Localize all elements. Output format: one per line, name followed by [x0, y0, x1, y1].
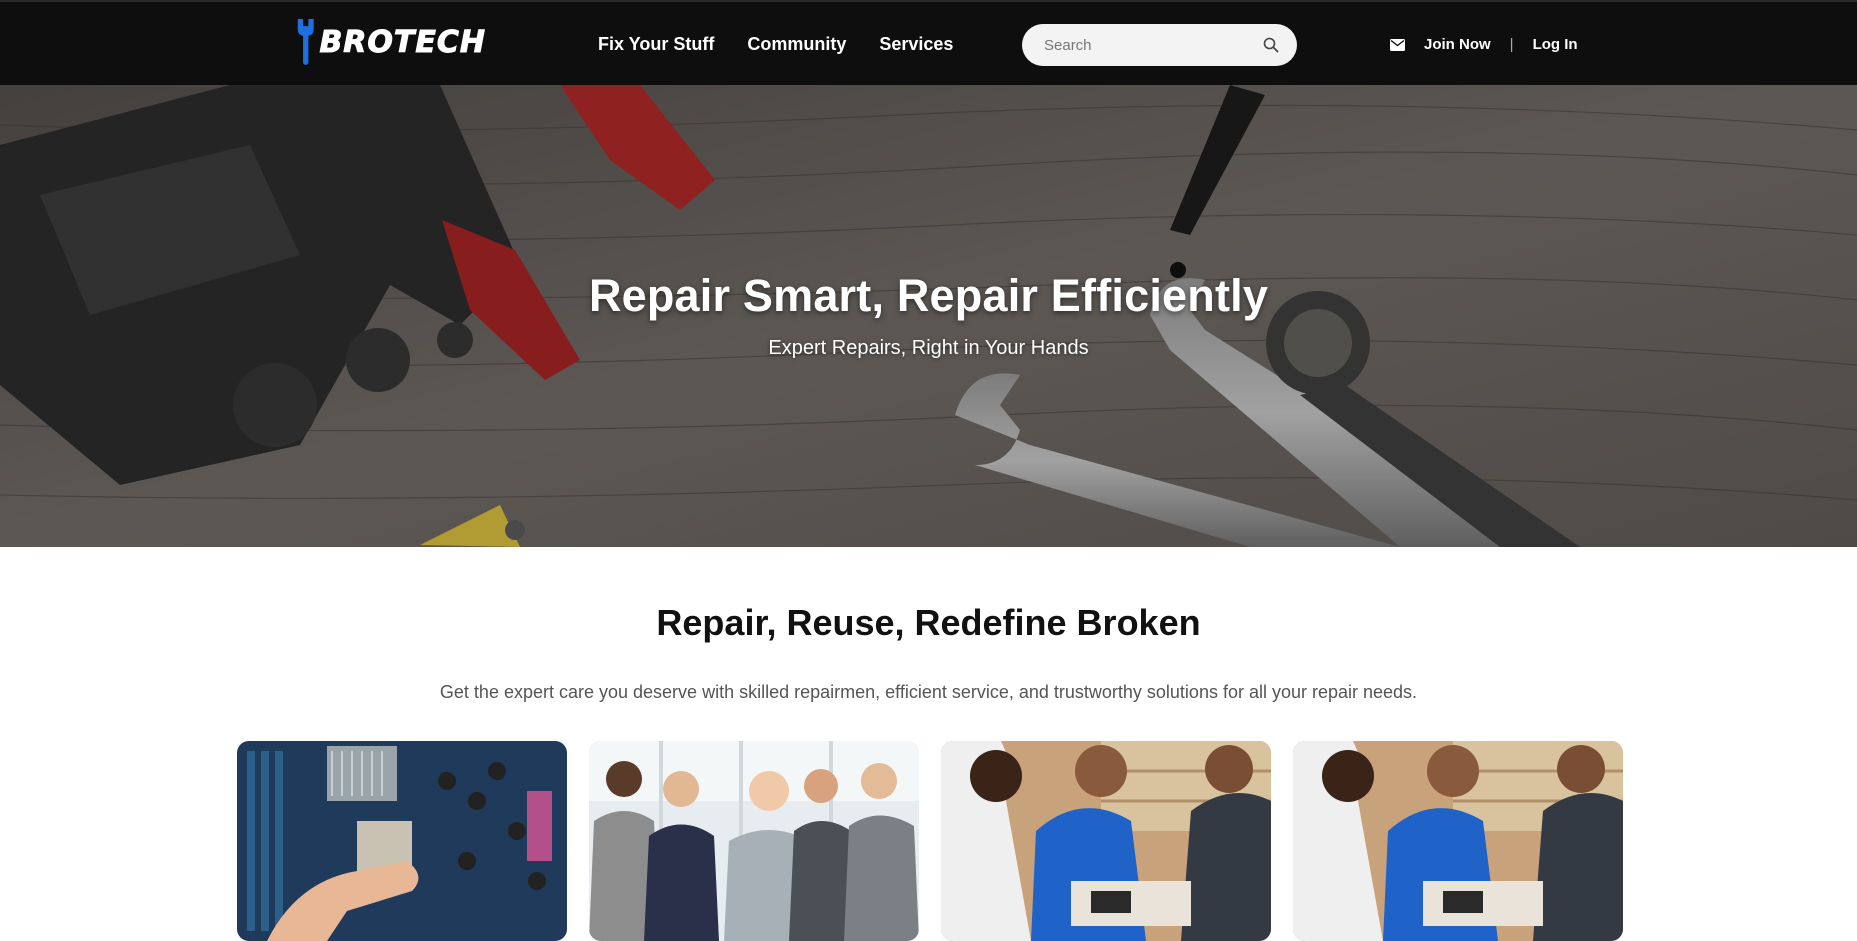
search-bar	[1022, 24, 1297, 66]
service-cards	[237, 741, 1623, 941]
separator: |	[1509, 36, 1514, 53]
account-links: Join Now | Log In	[1390, 2, 1578, 87]
nav-services[interactable]: Services	[879, 34, 953, 55]
top-navbar: BROTECH Fix Your Stuff Community Service…	[0, 0, 1857, 85]
join-now-link[interactable]: Join Now	[1424, 36, 1491, 53]
search-input[interactable]	[1044, 36, 1263, 54]
card-circuit-board[interactable]	[237, 741, 567, 941]
hero-subtitle: Expert Repairs, Right in Your Hands	[768, 337, 1089, 359]
technicians-image	[941, 741, 1271, 941]
main-nav: Fix Your Stuff Community Services	[598, 2, 953, 87]
hero-title: Repair Smart, Repair Efficiently	[588, 270, 1269, 321]
card-technicians[interactable]	[941, 741, 1271, 941]
hero-banner: Repair Smart, Repair Efficiently Expert …	[0, 85, 1857, 547]
card-technicians-2[interactable]	[1293, 741, 1623, 941]
nav-fix-your-stuff[interactable]: Fix Your Stuff	[598, 34, 714, 55]
mail-icon	[1390, 38, 1405, 51]
section-description: Get the expert care you deserve with ski…	[439, 682, 1418, 702]
login-link[interactable]: Log In	[1533, 36, 1578, 53]
brand-logo[interactable]: BROTECH	[296, 14, 486, 70]
nav-community[interactable]: Community	[747, 34, 846, 55]
brand-name: BROTECH	[319, 24, 486, 60]
business-team-image	[589, 741, 919, 941]
technicians-image	[1293, 741, 1623, 941]
search-icon[interactable]	[1263, 37, 1279, 53]
card-business-team[interactable]	[589, 741, 919, 941]
wrench-logo-icon	[297, 19, 314, 65]
section-title: Repair, Reuse, Redefine Broken	[656, 602, 1201, 643]
circuit-board-image	[237, 741, 567, 941]
